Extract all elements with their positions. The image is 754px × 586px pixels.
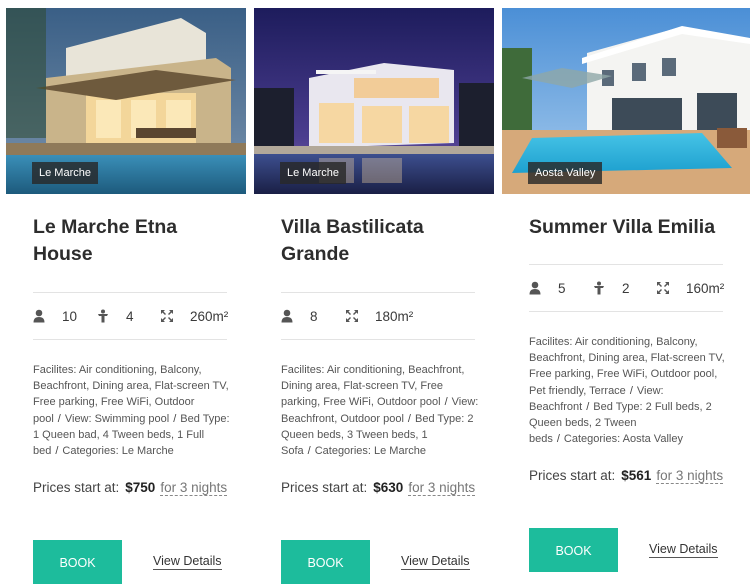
divider [33,339,227,340]
listing-price: Prices start at: $561 for 3 nights [529,466,729,486]
categories-text: Categories: Le Marche [314,445,426,458]
divider [529,311,723,312]
price-label: Prices start at: [33,480,120,495]
divider [281,339,475,340]
area-icon [161,310,173,322]
view-text: View: Swimming pool [64,412,170,425]
listing-card: Aosta Valley Summer Villa Emilia 5 2 160… [502,0,750,586]
bedroom-spec: 2 [593,278,630,298]
guests-icon [33,309,45,323]
view-details-link[interactable]: View Details [153,553,222,570]
guests-spec: 5 [529,278,566,298]
price-period: for 3 nights [160,480,228,496]
book-button[interactable]: BOOK [529,528,618,572]
area-value: 260m² [190,308,229,324]
listing-photo[interactable]: Le Marche [254,8,494,194]
divider [33,292,227,293]
book-button[interactable]: BOOK [33,540,122,584]
listing-price: Prices start at: $750 for 3 nights [33,478,233,498]
guests-value: 8 [310,308,318,324]
guests-value: 10 [62,308,78,324]
price-period: for 3 nights [656,468,724,484]
view-details-link[interactable]: View Details [401,553,470,570]
bedroom-icon [98,309,108,323]
listing-title[interactable]: Le Marche Etna House [33,214,233,268]
listing-card: Le Marche Le Marche Etna House 10 4 260m… [6,0,246,586]
listing-facilities: Facilites: Air conditioning, Beachfront,… [281,364,479,458]
price-period: for 3 nights [408,480,476,496]
location-tag[interactable]: Aosta Valley [528,162,603,184]
price-label: Prices start at: [529,468,616,483]
price-value: $630 [373,480,404,495]
bedroom-icon [594,281,604,295]
listing-facilities: Facilites: Air conditioning, Balcony, Be… [33,364,230,458]
area-value: 180m² [375,308,414,324]
area-icon [657,282,669,294]
area-icon [346,310,358,322]
facilities-text: Facilites: Air conditioning, Beachfront,… [281,364,465,409]
divider [281,292,475,293]
listing-price: Prices start at: $630 for 3 nights [281,478,481,498]
area-value: 160m² [686,280,725,296]
guests-value: 5 [558,280,566,296]
price-value: $750 [125,480,156,495]
listing-photo[interactable]: Aosta Valley [502,8,750,194]
price-label: Prices start at: [281,480,368,495]
listing-title[interactable]: Villa Bastilicata Grande [281,214,481,268]
location-tag[interactable]: Le Marche [280,162,346,184]
categories-text: Categories: Aosta Valley [563,433,683,446]
bedroom-value: 2 [622,280,630,296]
price-value: $561 [621,468,652,483]
area-spec: 180m² [345,306,413,326]
listing-photo[interactable]: Le Marche [6,8,246,194]
location-tag[interactable]: Le Marche [32,162,98,184]
area-spec: 160m² [656,278,724,298]
listing-facilities: Facilites: Air conditioning, Balcony, Be… [529,336,725,446]
bedroom-value: 4 [126,308,134,324]
guests-icon [281,309,293,323]
guests-spec: 10 [33,306,77,326]
view-details-link[interactable]: View Details [649,541,718,558]
listing-card: Le Marche Villa Bastilicata Grande 8 180… [254,0,494,586]
guests-icon [529,281,541,295]
book-button[interactable]: BOOK [281,540,370,584]
bedroom-spec: 4 [97,306,134,326]
area-spec: 260m² [160,306,228,326]
guests-spec: 8 [281,306,318,326]
listing-title[interactable]: Summer Villa Emilia [529,214,754,241]
categories-text: Categories: Le Marche [62,445,174,458]
divider [529,264,723,265]
